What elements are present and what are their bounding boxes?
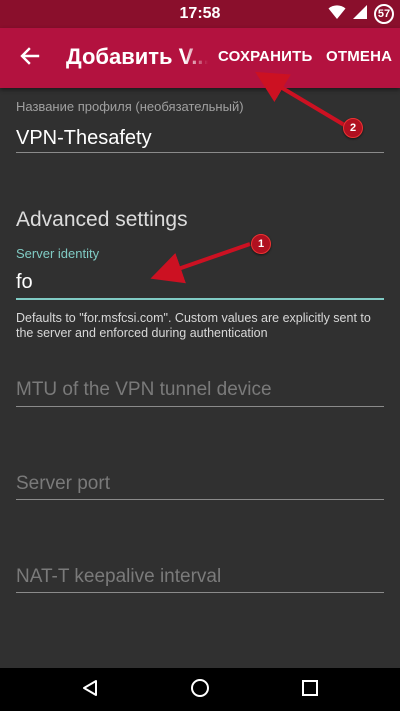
home-circle-icon (190, 678, 210, 703)
mtu-input[interactable]: MTU of the VPN tunnel device (16, 379, 272, 401)
server-identity-helper: Defaults to "for.msfcsi.com". Custom val… (16, 311, 371, 340)
nav-back-button[interactable] (70, 674, 110, 706)
annotation-badge-2: 2 (343, 118, 363, 138)
cancel-button[interactable]: ОТМЕНА (326, 48, 392, 65)
app-bar: Добавить V... СОХРАНИТЬ ОТМЕНА (0, 28, 400, 88)
back-triangle-icon (81, 679, 99, 702)
page-title: Добавить V... (66, 44, 208, 70)
server-identity-label: Server identity (16, 246, 100, 261)
annotation-arrow-1 (150, 242, 251, 284)
natt-keepalive-input[interactable]: NAT-T keepalive interval (16, 566, 221, 588)
server-port-underline (16, 499, 384, 500)
navigation-bar (0, 668, 400, 711)
nav-recents-button[interactable] (290, 674, 330, 706)
battery-icon: 57 (374, 4, 394, 24)
advanced-settings-title: Advanced settings (16, 208, 188, 231)
arrow-back-icon (20, 46, 40, 71)
profile-name-label: Название профиля (необязательный) (16, 99, 244, 114)
nav-home-button[interactable] (180, 674, 220, 706)
profile-name-input[interactable]: VPN-Thesafety (16, 127, 152, 150)
wifi-icon (328, 4, 346, 25)
status-bar: 17:58 57 (0, 0, 400, 28)
status-icons: 57 (328, 3, 394, 25)
mtu-underline (16, 406, 384, 407)
annotation-badge-1: 1 (251, 234, 271, 254)
profile-name-underline (16, 152, 384, 153)
recents-square-icon (301, 679, 319, 702)
natt-keepalive-underline (16, 592, 384, 593)
server-port-input[interactable]: Server port (16, 473, 110, 495)
server-identity-underline (16, 298, 384, 300)
server-identity-input[interactable]: fo (16, 271, 33, 294)
back-button[interactable] (10, 38, 50, 78)
signal-icon (352, 4, 368, 25)
save-button[interactable]: СОХРАНИТЬ (218, 48, 312, 65)
